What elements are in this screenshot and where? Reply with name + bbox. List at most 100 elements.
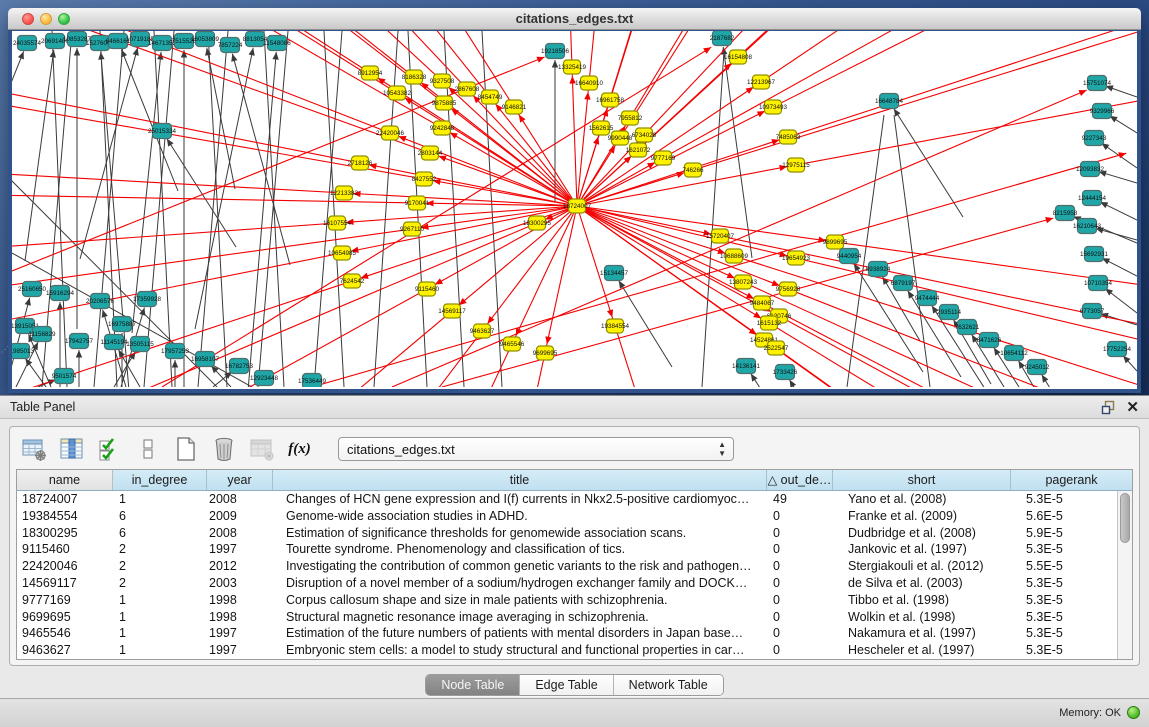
- table-cell[interactable]: 1998: [207, 592, 273, 609]
- table-cell[interactable]: 5.3E-5: [1011, 491, 1117, 508]
- network-window-titlebar[interactable]: citations_edges.txt: [8, 8, 1141, 30]
- table-cell[interactable]: Genome-wide association studies in ADHD.: [273, 508, 767, 525]
- select-all-rows-icon[interactable]: [96, 436, 123, 463]
- table-row[interactable]: 946362711997Embryonic stem cells: a mode…: [17, 642, 1117, 659]
- table-cell[interactable]: Tibbo et al. (1998): [833, 592, 1011, 609]
- table-cell[interactable]: 1: [113, 642, 207, 659]
- table-cell[interactable]: 2: [113, 541, 207, 558]
- table-cell[interactable]: 9777169: [17, 592, 113, 609]
- new-table-icon[interactable]: [172, 436, 199, 463]
- column-header-pagerank[interactable]: pagerank: [1011, 470, 1132, 490]
- table-cell[interactable]: 2012: [207, 558, 273, 575]
- table-cell[interactable]: Wolkin et al. (1998): [833, 609, 1011, 626]
- table-row[interactable]: 1830029562008Estimation of significance …: [17, 525, 1117, 542]
- table-cell[interactable]: 9465546: [17, 625, 113, 642]
- column-header-out_de[interactable]: △ out_de…: [767, 470, 833, 490]
- table-cell[interactable]: Investigating the contribution of common…: [273, 558, 767, 575]
- table-cell[interactable]: 22420046: [17, 558, 113, 575]
- table-cell[interactable]: 0: [767, 642, 833, 659]
- table-row[interactable]: 911546021997Tourette syndrome. Phenomeno…: [17, 541, 1117, 558]
- table-cell[interactable]: 5.3E-5: [1011, 575, 1117, 592]
- table-cell[interactable]: 49: [767, 491, 833, 508]
- table-cell[interactable]: Jankovic et al. (1997): [833, 541, 1011, 558]
- table-cell[interactable]: 18724007: [17, 491, 113, 508]
- table-cell[interactable]: 1998: [207, 609, 273, 626]
- table-cell[interactable]: 1: [113, 625, 207, 642]
- table-cell[interactable]: 5.5E-5: [1011, 558, 1117, 575]
- table-cell[interactable]: 5.3E-5: [1011, 625, 1117, 642]
- table-cell[interactable]: 1997: [207, 541, 273, 558]
- table-row[interactable]: 969969511998Structural magnetic resonanc…: [17, 609, 1117, 626]
- table-cell[interactable]: Changes of HCN gene expression and I(f) …: [273, 491, 767, 508]
- table-row[interactable]: 2242004622012Investigating the contribut…: [17, 558, 1117, 575]
- table-cell[interactable]: Stergiakouli et al. (2012): [833, 558, 1011, 575]
- table-cell[interactable]: 2003: [207, 575, 273, 592]
- table-cell[interactable]: 9115460: [17, 541, 113, 558]
- table-cell[interactable]: Disruption of a novel member of a sodium…: [273, 575, 767, 592]
- float-panel-icon[interactable]: [1101, 400, 1116, 415]
- table-cell[interactable]: 0: [767, 592, 833, 609]
- table-cell[interactable]: 2009: [207, 508, 273, 525]
- table-cell[interactable]: Estimation of significance thresholds fo…: [273, 525, 767, 542]
- column-header-year[interactable]: year: [207, 470, 273, 490]
- table-cell[interactable]: 6: [113, 508, 207, 525]
- table-cell[interactable]: 1997: [207, 642, 273, 659]
- table-cell[interactable]: 5.3E-5: [1011, 642, 1117, 659]
- table-cell[interactable]: 0: [767, 625, 833, 642]
- table-cell[interactable]: 6: [113, 525, 207, 542]
- table-cell[interactable]: 0: [767, 575, 833, 592]
- table-cell[interactable]: Estimation of the future numbers of pati…: [273, 625, 767, 642]
- table-cell[interactable]: 1: [113, 592, 207, 609]
- table-cell[interactable]: 14569117: [17, 575, 113, 592]
- table-cell[interactable]: 5.6E-5: [1011, 508, 1117, 525]
- table-cell[interactable]: 5.3E-5: [1011, 592, 1117, 609]
- table-cell[interactable]: 5.3E-5: [1011, 541, 1117, 558]
- table-cell[interactable]: 9463627: [17, 642, 113, 659]
- table-cell[interactable]: 0: [767, 525, 833, 542]
- table-row[interactable]: 1938455462009Genome-wide association stu…: [17, 508, 1117, 525]
- table-cell[interactable]: 19384554: [17, 508, 113, 525]
- table-cell[interactable]: Franke et al. (2009): [833, 508, 1011, 525]
- tab-edge-table[interactable]: Edge Table: [520, 675, 613, 695]
- table-cell[interactable]: Yano et al. (2008): [833, 491, 1011, 508]
- table-cell[interactable]: 1: [113, 491, 207, 508]
- tab-network-table[interactable]: Network Table: [614, 675, 723, 695]
- table-row[interactable]: 1456911722003Disruption of a novel membe…: [17, 575, 1117, 592]
- table-row[interactable]: 977716911998Corpus callosum shape and si…: [17, 592, 1117, 609]
- table-cell[interactable]: Hescheler et al. (1997): [833, 642, 1011, 659]
- table-cell[interactable]: 0: [767, 558, 833, 575]
- column-header-in_degree[interactable]: in_degree: [113, 470, 207, 490]
- table-cell[interactable]: 9699695: [17, 609, 113, 626]
- close-panel-icon[interactable]: ✕: [1126, 400, 1139, 415]
- table-cell[interactable]: Embryonic stem cells: a model to study s…: [273, 642, 767, 659]
- table-vertical-scrollbar[interactable]: [1117, 491, 1132, 659]
- column-header-short[interactable]: short: [833, 470, 1011, 490]
- table-cell[interactable]: Dudbridge et al. (2008): [833, 525, 1011, 542]
- delete-rows-icon[interactable]: [210, 436, 237, 463]
- function-builder-icon[interactable]: f(x): [286, 436, 313, 463]
- table-cell[interactable]: 0: [767, 541, 833, 558]
- table-select-dropdown[interactable]: citations_edges.txt ▲▼: [338, 437, 734, 461]
- desktop-resize-grip[interactable]: ⋰: [1, 345, 8, 354]
- table-cell[interactable]: 5.9E-5: [1011, 525, 1117, 542]
- table-row[interactable]: 1872400712008Changes of HCN gene express…: [17, 491, 1117, 508]
- table-cell[interactable]: Tourette syndrome. Phenomenology and cla…: [273, 541, 767, 558]
- column-header-title[interactable]: title: [273, 470, 767, 490]
- table-cell[interactable]: 2008: [207, 491, 273, 508]
- scrollbar-thumb[interactable]: [1120, 493, 1130, 543]
- network-view[interactable]: 1872400718300295891295410543382224200462…: [12, 31, 1137, 389]
- table-cell[interactable]: 1997: [207, 625, 273, 642]
- tab-node-table[interactable]: Node Table: [426, 675, 520, 695]
- table-cell[interactable]: 2008: [207, 525, 273, 542]
- table-cell[interactable]: 0: [767, 508, 833, 525]
- clear-selection-icon[interactable]: [134, 436, 161, 463]
- select-column-icon[interactable]: [58, 436, 85, 463]
- table-cell[interactable]: 2: [113, 575, 207, 592]
- table-cell[interactable]: 2: [113, 558, 207, 575]
- table-cell[interactable]: Structural magnetic resonance image aver…: [273, 609, 767, 626]
- table-cell[interactable]: 5.3E-5: [1011, 609, 1117, 626]
- table-cell[interactable]: Nakamura et al. (1997): [833, 625, 1011, 642]
- table-cell[interactable]: Corpus callosum shape and size in male p…: [273, 592, 767, 609]
- column-header-name[interactable]: name: [17, 470, 113, 490]
- table-cell[interactable]: 0: [767, 609, 833, 626]
